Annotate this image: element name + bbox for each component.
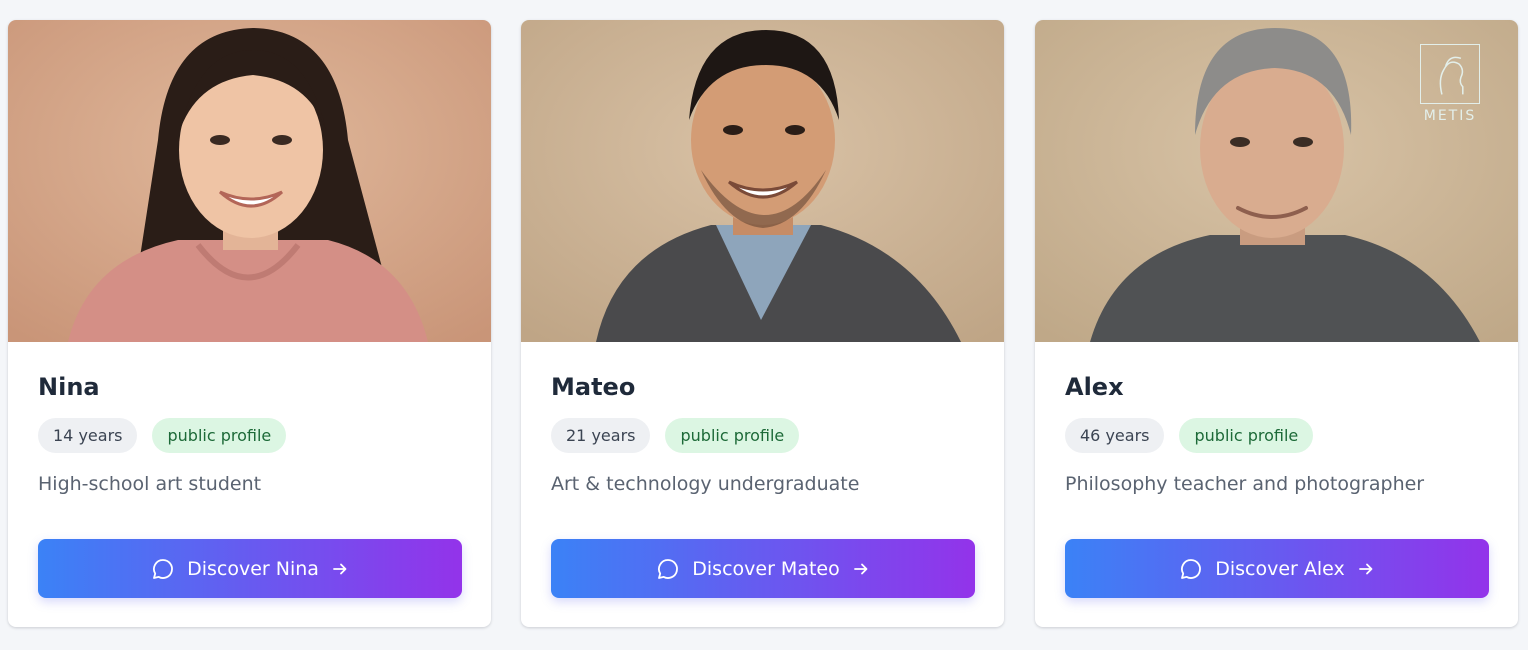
profile-tags: 14 years public profile — [38, 418, 461, 453]
profile-tags: 46 years public profile — [1065, 418, 1488, 453]
age-badge: 46 years — [1065, 418, 1165, 453]
public-profile-badge: public profile — [665, 418, 800, 453]
profile-photo-mateo — [521, 20, 1004, 342]
profile-tags: 21 years public profile — [551, 418, 974, 453]
arrow-right-icon — [1358, 563, 1373, 574]
age-badge: 21 years — [551, 418, 651, 453]
age-badge: 14 years — [38, 418, 138, 453]
profile-description: Philosophy teacher and photographer — [1065, 473, 1425, 495]
profile-description: High-school art student — [38, 473, 262, 495]
public-profile-badge: public profile — [152, 418, 287, 453]
button-label: Discover Mateo — [692, 557, 840, 580]
woman-profile-logo-icon — [1420, 44, 1480, 104]
arrow-right-icon — [333, 563, 347, 574]
profile-card-grid: Nina 14 years public profile High-school… — [0, 0, 1528, 650]
metis-watermark-text: METIS — [1423, 108, 1477, 124]
portrait-image — [8, 20, 491, 342]
profile-description: Art & technology undergraduate — [551, 473, 860, 495]
profile-name: Mateo — [551, 373, 636, 401]
metis-watermark: METIS — [1418, 44, 1482, 124]
button-label: Discover Nina — [187, 557, 319, 580]
profile-card-mateo: Mateo 21 years public profile Art & tech… — [521, 20, 1004, 627]
profile-photo-nina — [8, 20, 491, 342]
chat-bubble-icon — [658, 558, 679, 579]
chat-bubble-icon — [1181, 558, 1202, 579]
public-profile-badge: public profile — [1179, 418, 1314, 453]
profile-photo-alex: METIS — [1035, 20, 1518, 342]
chat-bubble-icon — [153, 558, 173, 579]
portrait-image — [521, 20, 1004, 342]
discover-mateo-button[interactable]: Discover Mateo — [551, 539, 975, 598]
discover-alex-button[interactable]: Discover Alex — [1065, 539, 1489, 598]
woman-profile-logo-icon — [1439, 56, 1464, 95]
profile-card-alex: METIS Alex 46 years public profile Philo… — [1035, 20, 1518, 627]
profile-card-nina: Nina 14 years public profile High-school… — [8, 20, 491, 627]
discover-nina-button[interactable]: Discover Nina — [38, 539, 462, 598]
profile-name: Alex — [1065, 373, 1124, 401]
arrow-right-icon — [853, 563, 868, 574]
button-label: Discover Alex — [1215, 557, 1345, 580]
profile-name: Nina — [38, 373, 100, 401]
